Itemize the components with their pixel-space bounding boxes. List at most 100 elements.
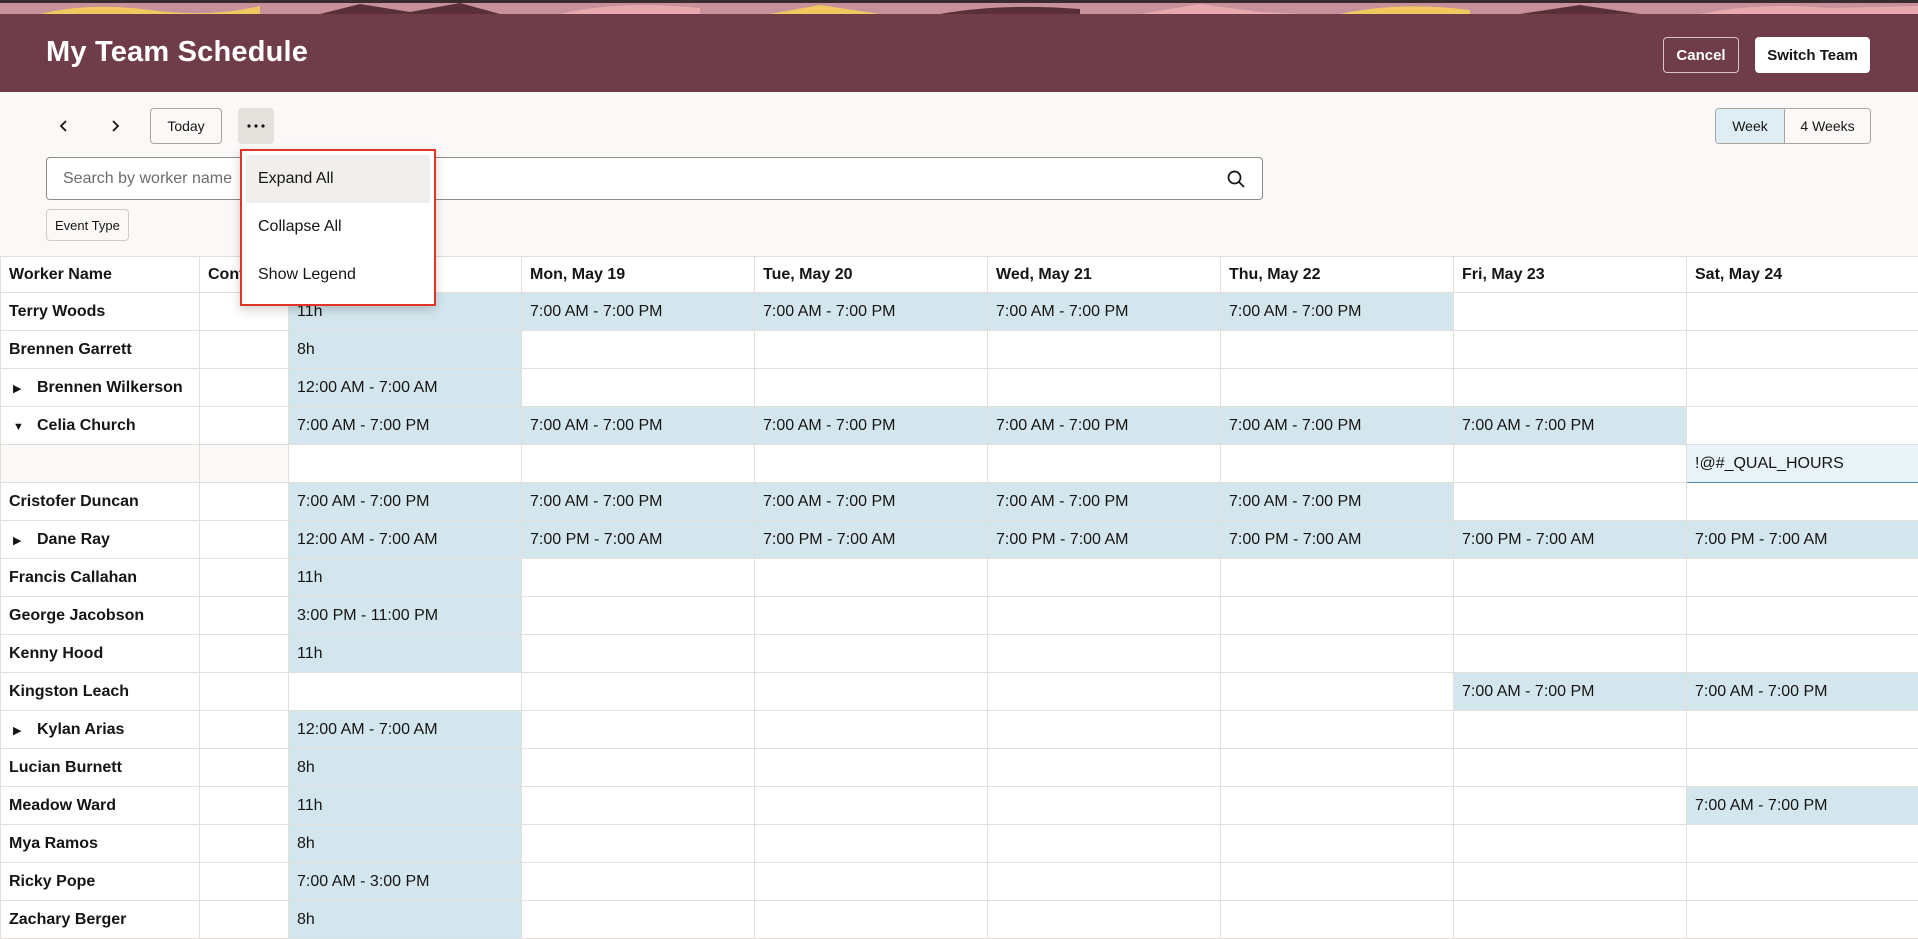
schedule-cell[interactable]: [521, 634, 755, 673]
schedule-cell[interactable]: 7:00 AM - 7:00 PM: [1686, 672, 1918, 711]
schedule-cell[interactable]: 12:00 AM - 7:00 AM: [288, 368, 522, 407]
schedule-cell[interactable]: [1453, 482, 1687, 521]
schedule-cell[interactable]: [1453, 444, 1687, 483]
schedule-cell[interactable]: 7:00 PM - 7:00 AM: [1686, 520, 1918, 559]
schedule-cell[interactable]: [1686, 596, 1918, 635]
menu-item-show-legend[interactable]: Show Legend: [246, 251, 430, 299]
schedule-cell[interactable]: [987, 558, 1221, 597]
schedule-cell[interactable]: 3:00 PM - 11:00 PM: [288, 596, 522, 635]
schedule-cell[interactable]: [987, 824, 1221, 863]
worker-name-cell[interactable]: Brennen Garrett: [0, 330, 200, 369]
schedule-cell[interactable]: 7:00 AM - 7:00 PM: [1453, 672, 1687, 711]
worker-name-cell[interactable]: Mya Ramos: [0, 824, 200, 863]
schedule-cell[interactable]: [987, 748, 1221, 787]
schedule-cell[interactable]: [1453, 710, 1687, 749]
column-header-wednesday[interactable]: Wed, May 21: [987, 256, 1221, 293]
schedule-cell[interactable]: [1453, 862, 1687, 901]
schedule-cell[interactable]: [1686, 482, 1918, 521]
schedule-cell[interactable]: [521, 672, 755, 711]
menu-item-expand-all[interactable]: Expand All: [246, 155, 430, 203]
worker-name-cell[interactable]: George Jacobson: [0, 596, 200, 635]
worker-name-cell[interactable]: [0, 444, 200, 483]
schedule-cell[interactable]: [754, 368, 988, 407]
worker-name-cell[interactable]: Zachary Berger: [0, 900, 200, 939]
column-header-thursday[interactable]: Thu, May 22: [1220, 256, 1454, 293]
schedule-cell[interactable]: [1686, 558, 1918, 597]
schedule-cell[interactable]: 7:00 AM - 7:00 PM: [754, 292, 988, 331]
worker-name-cell[interactable]: ▶ Dane Ray: [0, 520, 200, 559]
schedule-cell[interactable]: [1453, 292, 1687, 331]
schedule-cell[interactable]: 7:00 AM - 7:00 PM: [288, 482, 522, 521]
expand-row-icon[interactable]: ▶: [13, 534, 27, 547]
schedule-cell[interactable]: [1453, 824, 1687, 863]
schedule-cell[interactable]: 7:00 AM - 7:00 PM: [987, 292, 1221, 331]
schedule-cell[interactable]: [1220, 330, 1454, 369]
schedule-cell[interactable]: [1220, 368, 1454, 407]
schedule-cell[interactable]: [1220, 862, 1454, 901]
event-type-filter-chip[interactable]: Event Type: [46, 209, 129, 241]
schedule-cell[interactable]: [1220, 596, 1454, 635]
schedule-cell[interactable]: [288, 444, 522, 483]
schedule-cell[interactable]: 7:00 PM - 7:00 AM: [987, 520, 1221, 559]
schedule-cell[interactable]: [987, 710, 1221, 749]
schedule-cell[interactable]: 7:00 AM - 3:00 PM: [288, 862, 522, 901]
schedule-cell[interactable]: !@#_QUAL_HOURS: [1686, 444, 1918, 483]
worker-name-cell[interactable]: Kenny Hood: [0, 634, 200, 673]
schedule-cell[interactable]: [1453, 330, 1687, 369]
schedule-cell[interactable]: [987, 330, 1221, 369]
schedule-cell[interactable]: 12:00 AM - 7:00 AM: [288, 520, 522, 559]
schedule-cell[interactable]: [1453, 634, 1687, 673]
view-4-weeks-button[interactable]: 4 Weeks: [1785, 109, 1870, 143]
schedule-cell[interactable]: [754, 444, 988, 483]
schedule-cell[interactable]: [754, 596, 988, 635]
schedule-cell[interactable]: [987, 596, 1221, 635]
expand-row-icon[interactable]: ▶: [13, 382, 27, 395]
worker-name-cell[interactable]: Lucian Burnett: [0, 748, 200, 787]
worker-name-cell[interactable]: Ricky Pope: [0, 862, 200, 901]
column-header-worker-name[interactable]: Worker Name: [0, 256, 200, 293]
schedule-cell[interactable]: 7:00 AM - 7:00 PM: [521, 292, 755, 331]
schedule-cell[interactable]: 7:00 AM - 7:00 PM: [987, 482, 1221, 521]
schedule-cell[interactable]: 7:00 AM - 7:00 PM: [754, 482, 988, 521]
schedule-cell[interactable]: 7:00 AM - 7:00 PM: [1453, 406, 1687, 445]
worker-name-cell[interactable]: ▶ Brennen Wilkerson: [0, 368, 200, 407]
expand-row-icon[interactable]: ▶: [13, 724, 27, 737]
column-header-tuesday[interactable]: Tue, May 20: [754, 256, 988, 293]
today-button[interactable]: Today: [150, 108, 222, 144]
schedule-cell[interactable]: [754, 330, 988, 369]
worker-name-cell[interactable]: Cristofer Duncan: [0, 482, 200, 521]
schedule-cell[interactable]: 7:00 AM - 7:00 PM: [754, 406, 988, 445]
schedule-cell[interactable]: [1220, 748, 1454, 787]
schedule-cell[interactable]: [1220, 900, 1454, 939]
schedule-cell[interactable]: [1686, 748, 1918, 787]
menu-item-collapse-all[interactable]: Collapse All: [246, 203, 430, 251]
schedule-cell[interactable]: [521, 786, 755, 825]
schedule-cell[interactable]: [521, 748, 755, 787]
schedule-cell[interactable]: [754, 862, 988, 901]
schedule-cell[interactable]: 7:00 AM - 7:00 PM: [1220, 292, 1454, 331]
schedule-cell[interactable]: 7:00 PM - 7:00 AM: [1220, 520, 1454, 559]
worker-name-cell[interactable]: Kingston Leach: [0, 672, 200, 711]
schedule-cell[interactable]: [1220, 710, 1454, 749]
schedule-cell[interactable]: [521, 900, 755, 939]
schedule-cell[interactable]: 8h: [288, 330, 522, 369]
cancel-button[interactable]: Cancel: [1663, 37, 1739, 73]
schedule-cell[interactable]: [521, 710, 755, 749]
schedule-cell[interactable]: 12:00 AM - 7:00 AM: [288, 710, 522, 749]
schedule-cell[interactable]: [1220, 786, 1454, 825]
schedule-cell[interactable]: [1220, 444, 1454, 483]
column-header-monday[interactable]: Mon, May 19: [521, 256, 755, 293]
schedule-cell[interactable]: [1453, 748, 1687, 787]
schedule-cell[interactable]: 7:00 AM - 7:00 PM: [1686, 786, 1918, 825]
schedule-cell[interactable]: [1686, 368, 1918, 407]
schedule-cell[interactable]: [1453, 558, 1687, 597]
schedule-cell[interactable]: [1453, 596, 1687, 635]
schedule-cell[interactable]: 7:00 PM - 7:00 AM: [521, 520, 755, 559]
schedule-cell[interactable]: [1220, 558, 1454, 597]
schedule-cell[interactable]: [987, 672, 1221, 711]
schedule-cell[interactable]: [521, 558, 755, 597]
schedule-cell[interactable]: [1220, 672, 1454, 711]
schedule-cell[interactable]: [521, 824, 755, 863]
schedule-cell[interactable]: [754, 672, 988, 711]
schedule-cell[interactable]: [754, 748, 988, 787]
